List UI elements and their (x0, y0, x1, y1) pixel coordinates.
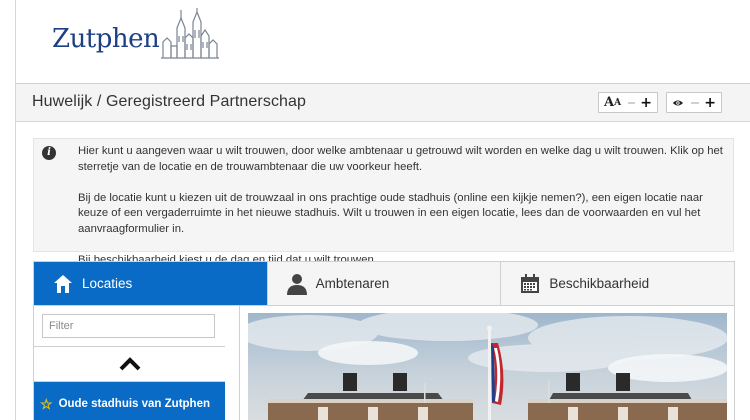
tab-label: Ambtenaren (315, 276, 390, 291)
skyline-icon (161, 8, 220, 59)
home-icon (52, 273, 74, 295)
location-list-panel: ☆ Oude stadhuis van Zutphen (33, 306, 240, 420)
tab-label: Locaties (82, 276, 133, 291)
font-size-control[interactable]: A A + (598, 92, 658, 113)
filter-input[interactable] (42, 314, 215, 338)
eye-icon (672, 99, 683, 106)
contrast-decrease-button[interactable] (690, 101, 700, 104)
tab-locaties[interactable]: Locaties (34, 262, 268, 305)
chevron-up-icon (119, 357, 140, 371)
star-icon[interactable]: ☆ (40, 397, 53, 411)
page-frame: Zutphen Huwelijk / Geregistreerd Partner… (15, 0, 750, 420)
tab-ambtenaren[interactable]: Ambtenaren (268, 262, 502, 305)
logo-text: Zutphen (52, 24, 160, 54)
contrast-control[interactable]: + (666, 92, 722, 113)
page-title: Huwelijk / Geregistreerd Partnerschap (32, 93, 307, 110)
contrast-increase-button[interactable]: + (704, 96, 716, 110)
zutphen-logo[interactable]: Zutphen (52, 6, 220, 60)
font-increase-button[interactable]: + (640, 96, 652, 110)
location-item-label: Oude stadhuis van Zutphen (58, 398, 210, 410)
tab-beschikbaarheid[interactable]: Beschikbaarheid (501, 262, 734, 305)
location-photo (248, 313, 727, 420)
info-paragraph-1: Hier kunt u aangeven waar u wilt trouwen… (78, 145, 723, 173)
site-header: Zutphen (16, 0, 750, 84)
person-icon (286, 273, 308, 295)
info-icon: i (42, 146, 56, 160)
town-hall-photo (248, 313, 727, 420)
tab-label: Beschikbaarheid (549, 276, 650, 291)
font-decrease-button[interactable] (628, 101, 636, 104)
scroll-up-button[interactable] (34, 346, 225, 382)
font-size-icon-large: A (604, 95, 615, 110)
tab-bar: Locaties Ambtenaren Beschikbaarheid (33, 261, 735, 306)
title-bar: Huwelijk / Geregistreerd Partnerschap A … (16, 84, 750, 122)
location-item-oude-stadhuis[interactable]: ☆ Oude stadhuis van Zutphen (34, 382, 225, 420)
info-box: i Hier kunt u aangeven waar u wilt trouw… (33, 138, 734, 266)
font-size-icon-small: A (614, 97, 622, 108)
panel-right-border (734, 306, 735, 420)
calendar-icon (519, 273, 541, 295)
info-paragraph-2: Bij de locatie kunt u kiezen uit de trou… (78, 191, 703, 235)
